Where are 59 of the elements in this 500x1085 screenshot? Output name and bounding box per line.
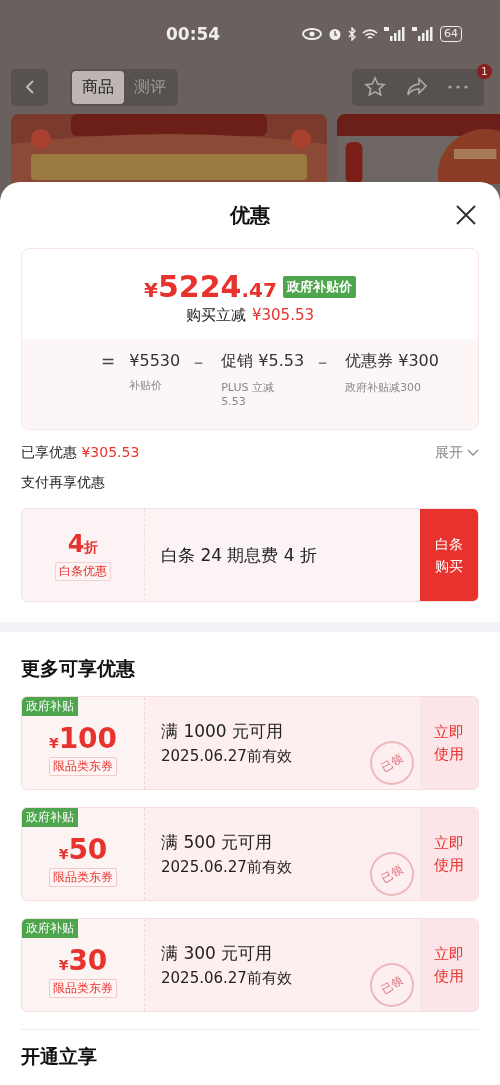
sheet-title: 优惠 [230,201,270,229]
final-price: ¥5224.47 [144,269,277,304]
breakdown-note: 补贴价 [129,378,164,393]
breakdown-value: ¥5530 [129,351,181,370]
alarm-icon [328,27,342,41]
wifi-icon [362,27,378,41]
coupon-tag: 限品类东券 [49,868,117,887]
coupon-tag: 限品类东券 [49,757,117,776]
use-button[interactable]: 立即使用 [420,919,478,1011]
section-title: 开通立享 [21,1029,479,1070]
expand-button[interactable]: 展开 [435,444,479,462]
coupon-validity: 2025.06.27前有效 [161,969,292,988]
breakdown-value: 优惠券 ¥300 [345,351,439,372]
cut-amount: ¥305.53 [252,306,314,325]
notification-badge: 1 [477,63,492,79]
close-icon[interactable] [455,204,477,226]
back-icon [24,79,35,95]
coupon-validity: 2025.06.27前有效 [161,747,292,766]
coupon-condition: 满 300 元可用 [161,942,273,965]
cut-label: 购买立减 [186,306,246,325]
discount-value: 4折 [67,529,99,558]
coupon-condition: 满 500 元可用 [161,831,273,854]
signal-icon [412,27,434,41]
use-button[interactable]: 立即使用 [420,697,478,789]
section-title: 更多可享优惠 [21,656,136,681]
enjoyed-discount: 已享优惠 ¥305.53 [21,444,140,462]
buy-button[interactable]: 白条购买 [420,509,478,601]
signal-icon [384,27,406,41]
coupon-amount: ¥100 [48,722,118,755]
battery-level: 64 [440,26,462,42]
chevron-down-icon [467,449,479,457]
status-time: 00:54 [166,24,221,44]
tab[interactable]: 测评 [124,70,176,104]
coupon-condition: 满 1000 元可用 [161,720,284,743]
use-button[interactable]: 立即使用 [420,808,478,900]
offer-tag: 白条优惠 [55,561,111,581]
coupon-tag: 限品类东券 [49,979,117,998]
operator: = [101,351,116,373]
star-icon[interactable] [364,76,386,98]
share-icon[interactable] [406,77,428,97]
offer-text: 白条 24 期息费 4 折 [160,543,319,567]
eye-icon [302,28,322,40]
coupon-validity: 2025.06.27前有效 [161,858,292,877]
operator: － [190,351,208,374]
tab[interactable]: 商品 [72,70,124,104]
breakdown-value: 促销 ¥5.53 [221,351,305,372]
coupon-badge: 政府补贴 [22,697,78,716]
coupon-amount: ¥50 [58,833,108,866]
breakdown-note: PLUS 立减 5.53 [221,380,275,408]
coupon-badge: 政府补贴 [22,919,78,938]
operator: － [314,351,332,374]
price-tag: 政府补贴价 [282,275,356,298]
more-icon[interactable] [448,85,468,89]
breakdown-note: 政府补贴减300 [345,380,423,395]
section-subtitle: 支付再享优惠 [21,474,106,492]
coupon-amount: ¥30 [58,944,108,977]
coupon-badge: 政府补贴 [22,808,78,827]
back-button[interactable] [11,68,48,106]
bluetooth-icon [348,27,356,41]
